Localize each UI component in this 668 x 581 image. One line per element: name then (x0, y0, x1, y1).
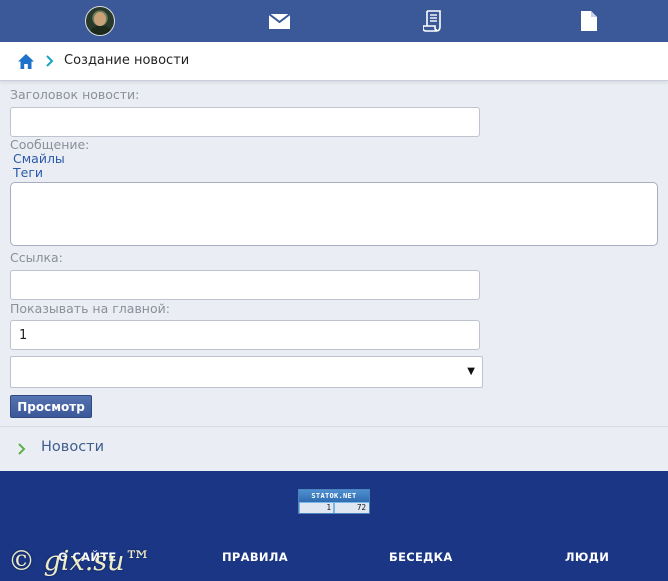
message-label: Сообщение: (10, 137, 90, 152)
show-on-main-input[interactable] (10, 320, 480, 350)
title-input[interactable] (10, 107, 480, 137)
title-label: Заголовок новости: (10, 87, 140, 102)
footer: STATOK.NET 1 72 О САЙТЕ ПРАВИЛА БЕСЕДКА … (0, 471, 668, 581)
messages-button[interactable] (249, 0, 309, 42)
profile-button[interactable] (70, 0, 130, 42)
preview-button[interactable]: Просмотр (10, 395, 92, 418)
counter-left-value: 1 (300, 503, 333, 513)
link-input[interactable] (10, 270, 480, 300)
smileys-link[interactable]: Смайлы (13, 151, 65, 166)
counter-right-value: 72 (335, 503, 369, 513)
avatar (85, 6, 115, 36)
footer-link-chat[interactable]: БЕСЕДКА (389, 550, 453, 564)
footer-link-people[interactable]: ЛЮДИ (565, 550, 609, 564)
message-textarea[interactable] (10, 182, 658, 246)
footer-link-about[interactable]: О САЙТЕ (58, 550, 117, 564)
counter-title: STATOK.NET (299, 490, 369, 502)
page-title: Создание новости (64, 53, 190, 68)
footer-link-rules[interactable]: ПРАВИЛА (222, 550, 288, 564)
tags-link[interactable]: Теги (13, 165, 43, 180)
top-nav-bar (0, 0, 668, 42)
dropdown-arrow-icon: ▼ (467, 366, 475, 377)
mail-icon (268, 13, 290, 29)
news-link[interactable]: Новости (41, 439, 104, 455)
category-select[interactable]: ▼ (10, 356, 483, 388)
chevron-right-icon (46, 55, 54, 67)
show-on-main-label: Показывать на главной: (10, 301, 170, 316)
journal-button[interactable] (403, 0, 463, 42)
news-link-row[interactable]: Новости (0, 427, 668, 471)
statok-counter[interactable]: STATOK.NET 1 72 (298, 489, 370, 514)
link-label: Ссылка: (10, 250, 63, 265)
document-icon (581, 11, 597, 31)
chevron-right-icon (18, 443, 26, 455)
files-button[interactable] (559, 0, 619, 42)
home-icon[interactable] (18, 54, 34, 69)
scroll-icon (423, 10, 441, 32)
breadcrumb: Создание новости (0, 42, 668, 81)
